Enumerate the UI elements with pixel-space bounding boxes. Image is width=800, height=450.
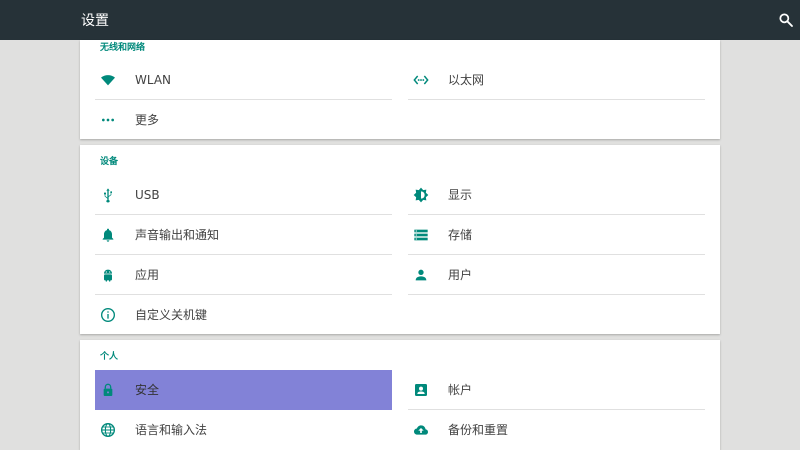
section-title: 个人 xyxy=(100,352,119,362)
settings-item-backup[interactable]: 备份和重置 xyxy=(408,410,705,450)
settings-item-label: 存储 xyxy=(448,228,473,242)
settings-item-label: 以太网 xyxy=(448,73,485,87)
settings-item-label: 安全 xyxy=(135,383,160,397)
settings-item-storage[interactable]: 存储 xyxy=(408,215,705,255)
settings-item-ethernet[interactable]: 以太网 xyxy=(408,60,705,100)
settings-item-label: 应用 xyxy=(135,268,160,282)
settings-item-apps[interactable]: 应用 xyxy=(95,255,392,295)
settings-item-accounts[interactable]: 帐户 xyxy=(408,370,705,410)
settings-item-power-key[interactable]: 自定义关机键 xyxy=(95,295,392,335)
android-icon xyxy=(104,269,112,282)
settings-item-wlan[interactable]: WLAN xyxy=(95,60,392,100)
section-personal: 个人 安全 帐户 语言和输入法 备份和重置 xyxy=(80,340,720,450)
page-title: 设置 xyxy=(81,13,109,29)
section-title: 设备 xyxy=(100,157,119,167)
divider xyxy=(408,294,705,295)
bell-icon xyxy=(102,228,114,242)
account-box-icon xyxy=(415,384,427,396)
more-icon xyxy=(102,118,114,122)
settings-item-label: 声音输出和通知 xyxy=(135,228,220,242)
settings-item-label: 语言和输入法 xyxy=(135,423,208,437)
settings-item-label: 备份和重置 xyxy=(448,423,509,437)
settings-item-label: WLAN xyxy=(135,73,172,87)
settings-item-sound[interactable]: 声音输出和通知 xyxy=(95,215,392,255)
brightness-icon xyxy=(413,187,429,203)
settings-item-label: USB xyxy=(135,188,160,202)
settings-item-label: 自定义关机键 xyxy=(135,308,208,322)
divider xyxy=(408,99,705,100)
wifi-icon xyxy=(101,75,115,86)
settings-item-display[interactable]: 显示 xyxy=(408,175,705,215)
section-title: 无线和网络 xyxy=(100,43,146,53)
usb-icon xyxy=(104,188,112,203)
storage-icon xyxy=(414,229,428,241)
person-icon xyxy=(415,269,427,281)
section-device: 设备 USB 显示 声音输出和通知 存储 应用 用户 自定义关机键 xyxy=(80,145,720,334)
settings-item-usb[interactable]: USB xyxy=(95,175,392,215)
ethernet-icon xyxy=(413,75,429,85)
settings-item-label: 帐户 xyxy=(448,383,473,397)
settings-item-label: 显示 xyxy=(448,188,473,202)
globe-icon xyxy=(101,423,115,437)
settings-item-more[interactable]: 更多 xyxy=(95,100,392,140)
cloud-upload-icon xyxy=(414,425,428,435)
app-bar: 设置 xyxy=(0,0,800,40)
settings-item-label: 更多 xyxy=(135,113,160,127)
settings-item-language[interactable]: 语言和输入法 xyxy=(95,410,392,450)
settings-item-security[interactable]: 安全 xyxy=(95,370,392,410)
settings-item-users[interactable]: 用户 xyxy=(408,255,705,295)
lock-icon xyxy=(103,383,113,396)
search-icon[interactable] xyxy=(778,12,794,28)
section-wireless: 无线和网络 WLAN 以太网 更多 xyxy=(80,40,720,139)
settings-item-label: 用户 xyxy=(448,268,473,282)
info-icon xyxy=(101,308,115,322)
